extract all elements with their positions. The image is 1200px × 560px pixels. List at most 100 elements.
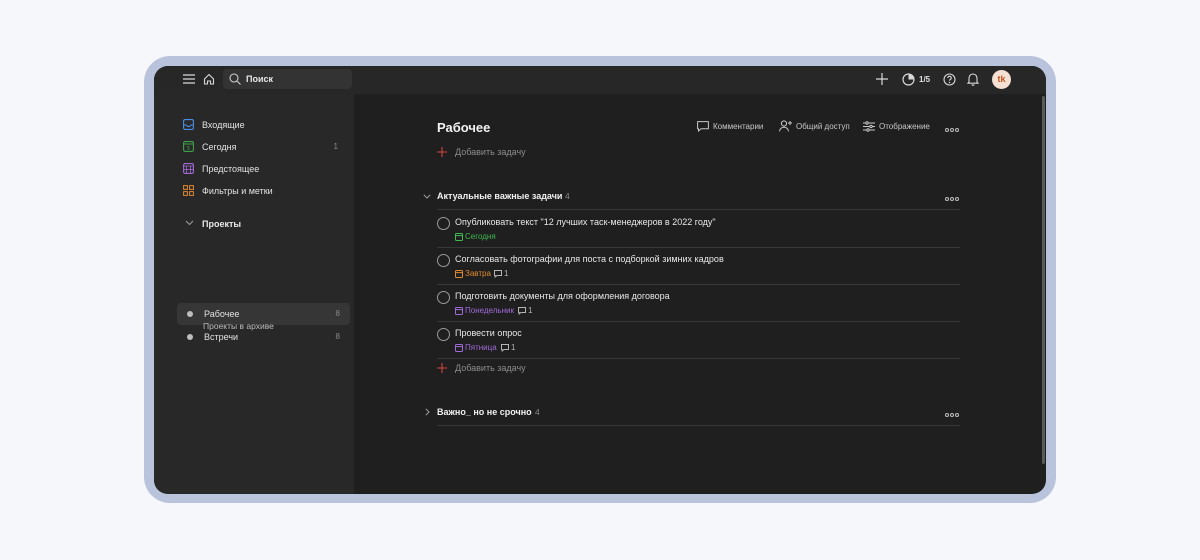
task-comment-count: 1 bbox=[504, 269, 509, 278]
divider bbox=[437, 209, 960, 210]
section-count: 4 bbox=[535, 407, 540, 417]
sidebar-item-label: Фильтры и метки bbox=[202, 186, 273, 196]
task-meta: Завтра 1 bbox=[455, 269, 755, 279]
comment-icon bbox=[494, 270, 502, 278]
inbox-icon bbox=[183, 119, 194, 130]
productivity-icon[interactable] bbox=[902, 73, 915, 86]
calendar-icon bbox=[455, 233, 463, 241]
section-more-icon[interactable] bbox=[945, 410, 959, 417]
add-task-button[interactable]: Добавить задачу bbox=[437, 144, 637, 160]
section-more-icon[interactable] bbox=[945, 194, 959, 201]
chevron-down-icon[interactable] bbox=[185, 220, 194, 226]
device-frame: Поиск 1/5 tk Входящие 5 Сегодня 1 Предст… bbox=[144, 56, 1056, 503]
chevron-down-icon[interactable] bbox=[423, 194, 431, 199]
comments-label: Комментарии bbox=[713, 122, 764, 131]
task-checkbox[interactable] bbox=[437, 217, 450, 230]
task-comment-count: 1 bbox=[528, 306, 533, 315]
sidebar-item-upcoming[interactable]: Предстоящее bbox=[178, 159, 348, 179]
sidebar-item-today[interactable]: 5 Сегодня 1 bbox=[178, 137, 348, 157]
projects-header[interactable]: Проекты bbox=[178, 214, 348, 234]
section-header[interactable]: Актуальные важные задачи 4 bbox=[422, 188, 962, 206]
task-meta: Понедельник 1 bbox=[455, 306, 755, 316]
task-title: Опубликовать текст "12 лучших таск-менед… bbox=[455, 217, 716, 227]
add-person-icon bbox=[779, 120, 793, 132]
task-item[interactable]: Опубликовать текст "12 лучших таск-менед… bbox=[437, 211, 960, 247]
comment-icon bbox=[697, 121, 709, 132]
task-due-date: Пятница bbox=[465, 343, 497, 352]
home-icon[interactable] bbox=[203, 73, 215, 85]
project-count: 8 bbox=[335, 309, 340, 318]
search-input[interactable]: Поиск bbox=[223, 69, 352, 89]
bell-icon[interactable] bbox=[967, 72, 979, 86]
share-label: Общий доступ bbox=[796, 122, 850, 131]
help-icon[interactable] bbox=[943, 73, 956, 86]
view-label: Отображение bbox=[879, 122, 930, 131]
sidebar-item-count: 1 bbox=[333, 142, 338, 151]
task-due-date: Понедельник bbox=[465, 306, 514, 315]
plus-icon bbox=[437, 363, 447, 373]
view-button[interactable]: Отображение bbox=[863, 121, 933, 135]
sidebar: Входящие 5 Сегодня 1 Предстоящее Фильтры… bbox=[154, 94, 354, 494]
calendar-icon bbox=[455, 344, 463, 352]
task-checkbox[interactable] bbox=[437, 328, 450, 341]
task-comment-count: 1 bbox=[511, 343, 516, 352]
main-content: Рабочее Комментарии Общий доступ Отображ… bbox=[354, 94, 1046, 494]
task-checkbox[interactable] bbox=[437, 254, 450, 267]
add-icon[interactable] bbox=[876, 73, 888, 85]
task-item[interactable]: Согласовать фотографии для поста с подбо… bbox=[437, 248, 960, 284]
calendar-today-icon: 5 bbox=[183, 141, 194, 152]
section-title: Актуальные важные задачи bbox=[437, 191, 563, 201]
task-item[interactable]: Подготовить документы для оформления дог… bbox=[437, 285, 960, 321]
search-icon bbox=[229, 73, 241, 85]
section-header[interactable]: Важно_ но не срочно 4 bbox=[422, 404, 962, 422]
project-color-dot bbox=[187, 311, 193, 317]
plus-icon bbox=[437, 147, 447, 157]
calendar-upcoming-icon bbox=[183, 163, 194, 174]
project-label: Встречи bbox=[204, 332, 239, 342]
scrollbar[interactable] bbox=[1042, 96, 1045, 464]
top-bar: Поиск 1/5 tk bbox=[154, 66, 1046, 94]
sidebar-item-label: Сегодня bbox=[202, 142, 237, 152]
task-title: Провести опрос bbox=[455, 328, 522, 338]
menu-icon[interactable] bbox=[183, 74, 195, 84]
page-title: Рабочее bbox=[437, 120, 491, 135]
filters-grid-icon bbox=[183, 185, 194, 196]
search-placeholder: Поиск bbox=[246, 74, 274, 84]
karma-progress[interactable]: 1/5 bbox=[919, 75, 930, 84]
sidebar-item-filters[interactable]: Фильтры и метки bbox=[178, 181, 348, 201]
share-button[interactable]: Общий доступ bbox=[779, 120, 854, 135]
section-count: 4 bbox=[565, 191, 570, 201]
sidebar-item-label: Предстоящее bbox=[202, 164, 260, 174]
comment-icon bbox=[501, 344, 509, 352]
task-title: Подготовить документы для оформления дог… bbox=[455, 291, 670, 301]
task-meta: Пятница 1 bbox=[455, 343, 755, 353]
add-task-label: Добавить задачу bbox=[455, 363, 526, 373]
task-title: Согласовать фотографии для поста с подбо… bbox=[455, 254, 724, 264]
task-meta: Сегодня bbox=[455, 232, 755, 242]
app-window: Поиск 1/5 tk Входящие 5 Сегодня 1 Предст… bbox=[154, 66, 1046, 494]
comments-button[interactable]: Комментарии bbox=[697, 121, 767, 135]
project-color-dot bbox=[187, 334, 193, 340]
chevron-right-icon[interactable] bbox=[425, 408, 430, 416]
sidebar-item-label: Входящие bbox=[202, 120, 245, 130]
more-options-icon[interactable] bbox=[945, 125, 959, 132]
projects-label: Проекты bbox=[202, 219, 242, 229]
task-due-date: Завтра bbox=[465, 269, 491, 278]
sidebar-item-inbox[interactable]: Входящие bbox=[178, 115, 348, 135]
task-item[interactable]: Провести опрос Пятница 1 bbox=[437, 322, 960, 358]
project-count: 8 bbox=[335, 332, 340, 341]
section-title: Важно_ но не срочно bbox=[437, 407, 532, 417]
avatar[interactable]: tk bbox=[992, 70, 1011, 89]
project-label: Рабочее bbox=[204, 309, 240, 319]
task-checkbox[interactable] bbox=[437, 291, 450, 304]
svg-text:5: 5 bbox=[187, 146, 191, 152]
section-add-task-button[interactable]: Добавить задачу bbox=[437, 360, 637, 376]
add-task-label: Добавить задачу bbox=[455, 147, 526, 157]
task-due-date: Сегодня bbox=[465, 232, 496, 241]
comment-icon bbox=[518, 307, 526, 315]
calendar-icon bbox=[455, 307, 463, 315]
archived-projects-link[interactable]: Проекты в архиве bbox=[203, 321, 274, 331]
calendar-icon bbox=[455, 270, 463, 278]
divider bbox=[437, 358, 960, 359]
view-settings-icon bbox=[863, 121, 875, 132]
